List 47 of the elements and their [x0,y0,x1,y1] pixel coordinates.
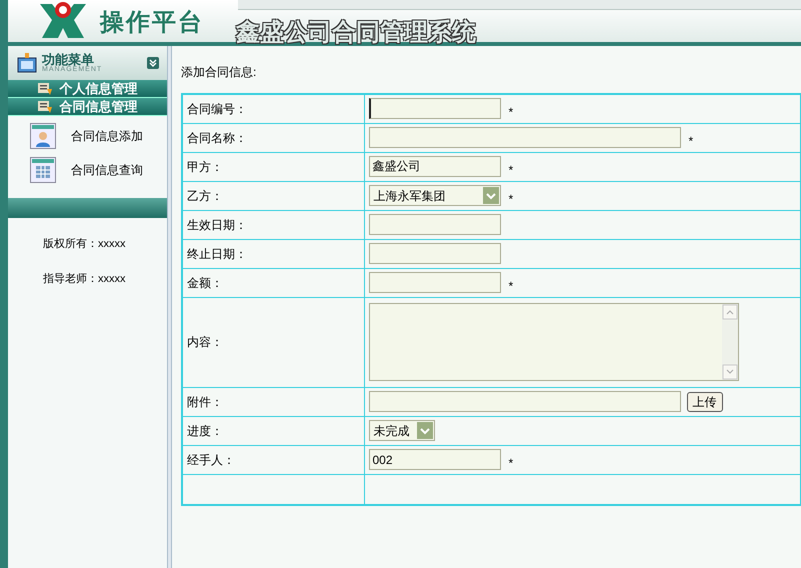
scrollbar-drawing[interactable] [722,304,738,380]
field-label: 生效日期： [187,218,247,232]
note-icon [38,100,52,112]
menu-folder-icon [16,52,38,74]
required-mark: * [508,278,514,294]
splitter-bar[interactable] [167,46,172,568]
input-field[interactable] [368,127,680,148]
required-mark: * [508,190,514,208]
field-label: 金额： [187,276,223,290]
menu-group-header[interactable]: 合同信息管理 [8,98,167,116]
field-label: 进度： [187,424,223,438]
menu-group-header[interactable]: 个人信息管理 [8,80,167,98]
input-field[interactable] [368,98,500,120]
required-mark: * [508,454,514,472]
system-title: 鑫盛公司合同管理系统 [236,17,476,48]
input-field[interactable] [368,391,680,412]
upload-button[interactable]: 上传 [686,392,722,412]
field-label: 经手人： [187,452,235,466]
note-icon [38,82,52,94]
footer-text: 版权所有：xxxxx [43,237,126,252]
input-field[interactable] [368,243,500,264]
input-field[interactable]: 002 [368,449,500,470]
menu-item[interactable]: 合同信息查询 [30,156,167,184]
form-title: 添加合同信息: [181,64,258,81]
textarea-field[interactable] [368,303,738,381]
input-field[interactable] [368,214,500,235]
input-field[interactable] [368,272,500,293]
select-field[interactable]: 未完成 [368,420,434,441]
input-field[interactable]: 鑫盛公司 [368,156,500,177]
menu-item[interactable]: 合同信息添加 [30,122,167,150]
field-label: 终止日期： [187,246,247,260]
select-field[interactable]: 上海永军集团 [368,185,500,206]
field-label: 乙方： [187,188,223,202]
field-label: 附件： [187,394,223,408]
menu-title: 功能菜单 [42,53,94,66]
field-label: 内容： [187,335,223,349]
person-form-icon [30,123,56,149]
collapse-icon[interactable] [147,57,159,69]
platform-title: 操作平台 [100,7,204,38]
table-form-icon [30,157,56,183]
footer-text: 指导老师：xxxxx [43,272,126,286]
required-mark: * [508,162,514,178]
required-mark: * [688,132,694,150]
field-label: 合同编号： [187,102,247,116]
field-label: 甲方： [187,160,223,174]
field-label: 合同名称： [187,130,247,144]
required-mark: * [508,104,514,121]
